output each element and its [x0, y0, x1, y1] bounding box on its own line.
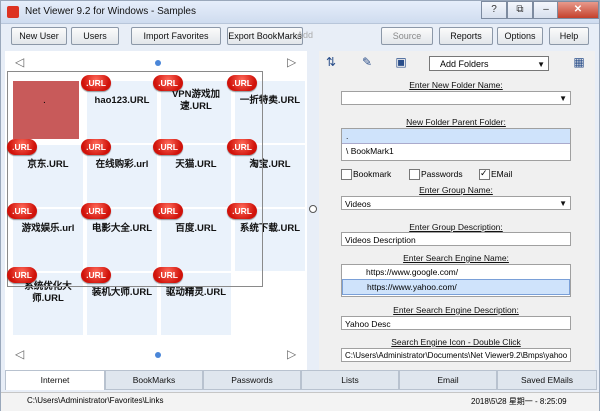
title-bar: Net Viewer 9.2 for Windows - Samples ? ⧉…	[1, 1, 599, 24]
parent-folder-item[interactable]: .	[342, 129, 570, 144]
checkmark-icon: ✓	[480, 168, 488, 178]
tile-label: 系统优化大师.URL	[24, 281, 72, 304]
edit-icon[interactable]: ✎	[359, 54, 375, 70]
parent-folder-label: New Folder Parent Folder:	[406, 117, 506, 127]
bookmark-checkbox-label: Bookmark	[353, 169, 392, 179]
group-name-value: Videos	[345, 199, 371, 209]
url-badge-icon: .URL	[227, 75, 257, 91]
tile-label: 京东.URL	[27, 159, 69, 170]
new-folder-name-label: Enter New Folder Name:	[409, 80, 503, 90]
tile-label: 系统下载.URL	[239, 223, 301, 234]
restore-window-button[interactable]: ⧉	[507, 1, 533, 19]
sort-icon[interactable]: ⇅	[323, 54, 339, 70]
status-datetime: 2018\5\28 星期一 - 8:25:09	[471, 397, 567, 406]
add-folders-dropdown[interactable]: Add Folders ▼	[429, 56, 549, 71]
tile-label: 淘宝.URL	[249, 159, 291, 170]
group-description-input[interactable]: Videos Description	[341, 232, 571, 246]
close-button[interactable]: ✕	[557, 1, 599, 19]
ghost-add-label: Add	[297, 30, 314, 40]
tile-label: VPN游戏加速.URL	[171, 89, 221, 112]
url-badge-icon: .URL	[153, 75, 183, 91]
status-bar: C:\Users\Administrator\Favorites\Links 2…	[1, 392, 599, 411]
search-engine-icon-label: Search Engine Icon - Double Click	[391, 337, 521, 347]
source-button[interactable]: Source	[381, 27, 433, 45]
right-arrow-icon[interactable]: ▷	[287, 347, 296, 361]
chevron-down-icon: ▼	[537, 60, 545, 69]
url-badge-icon: .URL	[7, 203, 37, 219]
tile-label: 游戏娱乐.url	[21, 223, 75, 234]
import-favorites-button[interactable]: Import Favorites	[131, 27, 221, 45]
tab-email[interactable]: Email	[399, 370, 497, 390]
chevron-down-icon: ▼	[559, 94, 567, 103]
tab-internet[interactable]: Internet	[5, 370, 105, 390]
email-checkbox[interactable]: ✓	[479, 168, 490, 180]
passwords-checkbox-label: Passwords	[421, 169, 463, 179]
search-engine-item[interactable]: https://www.google.com/	[342, 265, 570, 279]
url-badge-icon: .URL	[153, 203, 183, 219]
bookmark-checkbox[interactable]	[341, 169, 352, 180]
tile-label: 百度.URL	[175, 223, 217, 234]
parent-folder-list[interactable]: . \ BookMark1	[341, 128, 571, 161]
save-icon[interactable]: ▣	[393, 54, 409, 70]
tab-lists[interactable]: Lists	[301, 370, 399, 390]
minimize-button[interactable]: –	[533, 1, 559, 19]
right-arrow-icon[interactable]: ▷	[287, 55, 296, 69]
page-indicator-icon[interactable]	[155, 60, 161, 66]
search-engine-description-label: Enter Search Engine Description:	[393, 305, 519, 315]
group-name-input[interactable]: Videos ▼	[341, 196, 571, 210]
selected-tile[interactable]: .	[13, 81, 79, 139]
url-badge-icon: .URL	[227, 139, 257, 155]
search-engine-icon-path-input[interactable]: C:\Users\Administrator\Documents\Net Vie…	[341, 348, 571, 362]
users-button[interactable]: Users	[71, 27, 119, 45]
page-indicator-icon[interactable]	[155, 352, 161, 358]
passwords-checkbox[interactable]	[409, 169, 420, 180]
app-icon	[7, 6, 19, 18]
bottom-tab-strip: Internet BookMarks Passwords Lists Email…	[5, 370, 597, 390]
tile-label: 电影大全.URL	[91, 223, 153, 234]
left-arrow-icon[interactable]: ◁	[15, 347, 24, 361]
url-badge-icon: .URL	[81, 203, 111, 219]
url-badge-icon: .URL	[153, 139, 183, 155]
group-description-label: Enter Group Description:	[409, 222, 503, 232]
tile-label: 天猫.URL	[175, 159, 217, 170]
new-folder-name-input[interactable]: ▼	[341, 91, 571, 105]
url-badge-icon: .URL	[81, 139, 111, 155]
url-badge-icon: .URL	[7, 267, 37, 283]
parent-folder-item[interactable]: \ BookMark1	[342, 144, 570, 158]
left-arrow-icon[interactable]: ◁	[15, 55, 24, 69]
url-badge-icon: .URL	[7, 139, 37, 155]
search-engine-list[interactable]: https://www.google.com/ https://www.yaho…	[341, 264, 571, 297]
tile-label: 装机大师.URL	[91, 287, 153, 298]
selected-tile-dot: .	[43, 95, 46, 106]
url-badge-icon: .URL	[81, 267, 111, 283]
tab-bookmarks[interactable]: BookMarks	[105, 370, 203, 390]
options-button[interactable]: Options	[497, 27, 543, 45]
window-title: Net Viewer 9.2 for Windows - Samples	[25, 6, 196, 17]
help-window-button[interactable]: ?	[481, 1, 507, 19]
tile-label: 在线购彩.url	[95, 159, 149, 170]
grid-view-icon[interactable]: ▦	[571, 54, 587, 70]
app-window: Net Viewer 9.2 for Windows - Samples ? ⧉…	[0, 0, 600, 411]
new-user-button[interactable]: New User	[11, 27, 67, 45]
search-engine-description-input[interactable]: Yahoo Desc	[341, 316, 571, 330]
group-name-label: Enter Group Name:	[419, 185, 493, 195]
url-badge-icon: .URL	[153, 267, 183, 283]
search-engine-name-label: Enter Search Engine Name:	[403, 253, 509, 263]
splitter-handle-icon[interactable]	[309, 205, 317, 213]
tile-label: 驱动精灵.URL	[165, 287, 227, 298]
url-badge-icon: .URL	[227, 203, 257, 219]
tab-passwords[interactable]: Passwords	[203, 370, 301, 390]
help-button[interactable]: Help	[549, 27, 589, 45]
status-path: C:\Users\Administrator\Favorites\Links	[27, 396, 164, 405]
chevron-down-icon: ▼	[559, 199, 567, 208]
tab-saved-emails[interactable]: Saved EMails	[497, 370, 597, 390]
url-badge-icon: .URL	[81, 75, 111, 91]
search-engine-item[interactable]: https://www.yahoo.com/	[342, 279, 570, 295]
email-checkbox-label: EMail	[491, 169, 513, 179]
tile-label: hao123.URL	[94, 95, 150, 106]
export-bookmarks-button[interactable]: Export BookMarks	[227, 27, 303, 45]
add-folders-label: Add Folders	[440, 59, 489, 69]
reports-button[interactable]: Reports	[439, 27, 493, 45]
tile-label: 一折特卖.URL	[239, 95, 301, 106]
